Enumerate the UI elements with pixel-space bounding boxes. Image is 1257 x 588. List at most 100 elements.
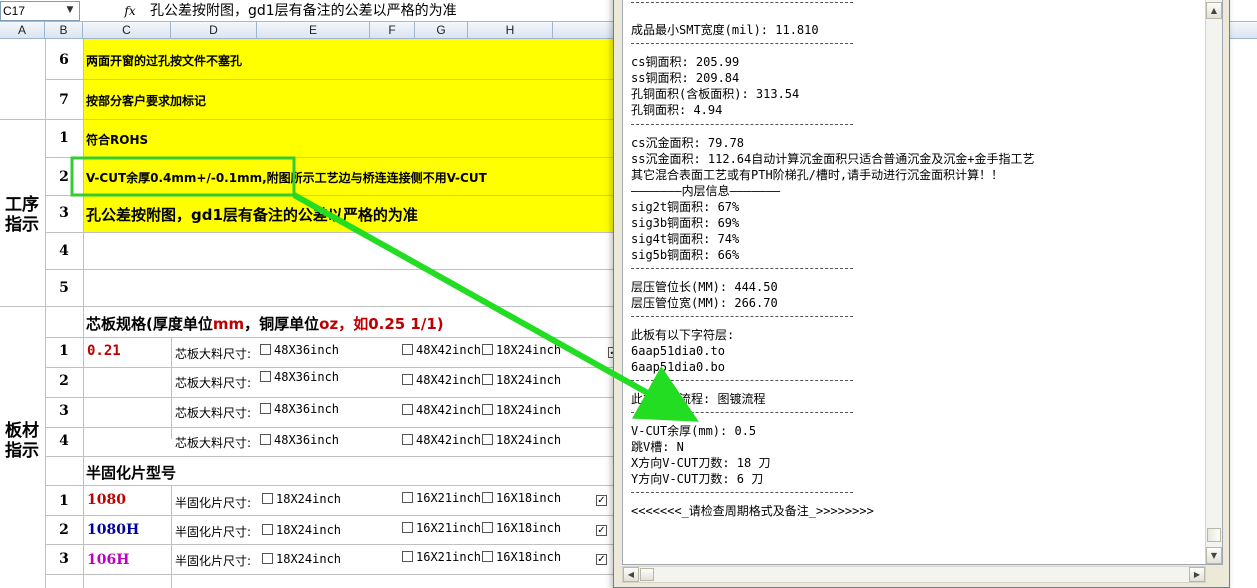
core-size-option[interactable]: 48X36inch <box>260 402 339 416</box>
notepad-line: ss铜面积: 209.84 <box>631 71 740 85</box>
prepreg-size-option[interactable]: 18X24inch <box>262 552 341 566</box>
notepad-line: <<<<<<<_请检查周期格式及备注_>>>>>>>> <box>631 504 874 518</box>
prepreg-header: 半固化片型号 <box>86 464 177 482</box>
column-header-a[interactable]: A <box>0 22 45 39</box>
notepad-line: sig5b铜面积: 66% <box>631 248 740 262</box>
core-thickness-cell[interactable]: 0.21 <box>87 343 121 359</box>
row-number: 5 <box>59 280 69 296</box>
notepad-line: sig4t铜面积: 74% <box>631 232 740 246</box>
notepad-line: 此板工艺流程: 图镀流程 <box>631 392 766 406</box>
checkbox[interactable] <box>482 344 494 355</box>
core-size-option[interactable]: 48X42inch 18X24inch <box>402 403 561 417</box>
scroll-thumb[interactable] <box>640 568 654 581</box>
notepad-line: cs沉金面积: 79.78 <box>631 136 745 150</box>
cell-process-note[interactable]: V-CUT余厚0.4mm+/-0.1mm,附图所示工艺边与桥连连接侧不用V-CU… <box>86 169 487 186</box>
checkbox[interactable] <box>482 404 494 415</box>
checkbox[interactable] <box>596 525 607 536</box>
prepreg-size-option[interactable]: 16X21inch 16X18inch <box>402 491 561 505</box>
notepad-line: V-CUT余厚(mm): 0.5 <box>631 424 757 438</box>
checkbox[interactable] <box>260 403 271 414</box>
checkbox[interactable] <box>482 522 494 533</box>
row-number: 4 <box>59 243 69 259</box>
core-size-label: 芯板大料尺寸: <box>175 436 252 450</box>
checkbox[interactable] <box>596 495 607 506</box>
notepad-line: 6aap51dia0.bo <box>631 360 725 374</box>
prepreg-size-option[interactable] <box>596 491 610 506</box>
column-header-c[interactable]: C <box>83 22 171 39</box>
notepad-text-area[interactable]: 成品最小SMT宽度(mil): 11.810 cs铜面积: 205.99 ss铜… <box>622 0 1223 565</box>
checkbox[interactable] <box>260 371 271 382</box>
notepad-line: sig3b铜面积: 69% <box>631 216 740 230</box>
prepreg-size-option[interactable]: 16X21inch 16X18inch <box>402 521 561 535</box>
checkbox[interactable] <box>262 493 273 504</box>
notepad-line: sig2t铜面积: 67% <box>631 200 740 214</box>
prepreg-type-cell[interactable]: 1080 <box>87 492 126 508</box>
notepad-line: ———————内层信息——————— <box>631 184 781 198</box>
column-header-b[interactable]: B <box>45 22 83 39</box>
column-header-e[interactable]: E <box>257 22 370 39</box>
checkbox[interactable] <box>260 434 271 445</box>
checkbox[interactable] <box>402 492 413 503</box>
row-number: 2 <box>59 522 69 538</box>
column-header-d[interactable]: D <box>171 22 257 39</box>
notepad-window[interactable]: 成品最小SMT宽度(mil): 11.810 cs铜面积: 205.99 ss铜… <box>613 0 1230 588</box>
prepreg-size-label: 半固化片尺寸: <box>175 496 252 510</box>
checkbox[interactable] <box>482 434 494 445</box>
core-size-option[interactable]: 48X42inch 18X24inch <box>402 373 561 387</box>
row-number: 7 <box>59 92 69 108</box>
chevron-down-icon[interactable]: ▼ <box>62 2 78 18</box>
checkbox[interactable] <box>402 404 413 415</box>
vertical-scrollbar[interactable]: ▲ ▼ <box>1205 0 1222 564</box>
checkbox[interactable] <box>262 553 273 564</box>
checkbox[interactable] <box>260 344 271 355</box>
checkbox[interactable] <box>402 551 413 562</box>
checkbox[interactable] <box>596 554 607 565</box>
row-number: 1 <box>59 493 69 509</box>
prepreg-size-label: 半固化片尺寸: <box>175 525 252 539</box>
row-number: 1 <box>59 343 69 359</box>
checkbox[interactable] <box>402 522 413 533</box>
core-size-option[interactable]: 48X36inch <box>260 370 339 384</box>
formula-input[interactable]: 孔公差按附图，gd1层有备注的公差以严格的为准 <box>150 0 457 22</box>
cell-process-note[interactable]: 两面开窗的过孔按文件不塞孔 <box>86 52 242 69</box>
prepreg-size-option[interactable]: 16X21inch 16X18inch <box>402 550 561 564</box>
scroll-down-icon[interactable]: ▼ <box>1206 547 1222 564</box>
core-size-option[interactable]: 48X42inch 18X24inch <box>402 343 561 357</box>
horizontal-scrollbar[interactable]: ◀ ▶ <box>622 566 1206 583</box>
checkbox[interactable] <box>482 492 494 503</box>
row-number: 1 <box>59 130 69 146</box>
prepreg-type-cell[interactable]: 106H <box>87 552 129 568</box>
prepreg-size-option[interactable] <box>596 550 610 565</box>
notepad-line: 此板有以下字符层: <box>631 328 735 342</box>
cell-process-note-selected[interactable]: 孔公差按附图，gd1层有备注的公差以严格的为准 <box>86 204 418 225</box>
prepreg-size-option[interactable]: 18X24inch <box>262 492 341 506</box>
scroll-right-icon[interactable]: ▶ <box>1189 567 1205 582</box>
core-size-option[interactable]: 48X36inch <box>260 343 339 357</box>
notepad-line: 孔铜面积(含板面积): 313.54 <box>631 87 800 101</box>
checkbox[interactable] <box>402 344 413 355</box>
notepad-line: 孔铜面积: 4.94 <box>631 103 723 117</box>
prepreg-type-cell[interactable]: 1080H <box>87 522 139 538</box>
prepreg-size-option[interactable]: 18X24inch <box>262 523 341 537</box>
scroll-left-icon[interactable]: ◀ <box>623 567 639 582</box>
cell-process-note[interactable]: 按部分客户要求加标记 <box>86 92 206 109</box>
notepad-line: cs铜面积: 205.99 <box>631 55 740 69</box>
core-size-option[interactable]: 48X36inch <box>260 433 339 447</box>
column-header-f[interactable]: F <box>370 22 415 39</box>
checkbox[interactable] <box>402 434 413 445</box>
checkbox[interactable] <box>482 374 494 385</box>
checkbox[interactable] <box>482 551 494 562</box>
prepreg-size-option[interactable] <box>596 521 610 536</box>
notepad-line: 6aap51dia0.to <box>631 344 725 358</box>
scroll-thumb[interactable] <box>1207 528 1221 542</box>
scroll-up-icon[interactable]: ▲ <box>1206 2 1222 19</box>
cell-process-note[interactable]: 符合ROHS <box>86 131 148 148</box>
checkbox[interactable] <box>262 524 273 535</box>
column-header-h[interactable]: H <box>468 22 553 39</box>
checkbox[interactable] <box>402 374 413 385</box>
column-header-g[interactable]: G <box>415 22 468 39</box>
insert-function-button[interactable]: fx <box>116 2 144 20</box>
core-size-option[interactable]: 48X42inch 18X24inch <box>402 433 561 447</box>
notepad-line: X方向V-CUT刀数: 18 刀 <box>631 456 771 470</box>
notepad-line: ss沉金面积: 112.64自动计算沉金面积只适合普通沉金及沉金+金手指工艺 <box>631 152 1035 166</box>
